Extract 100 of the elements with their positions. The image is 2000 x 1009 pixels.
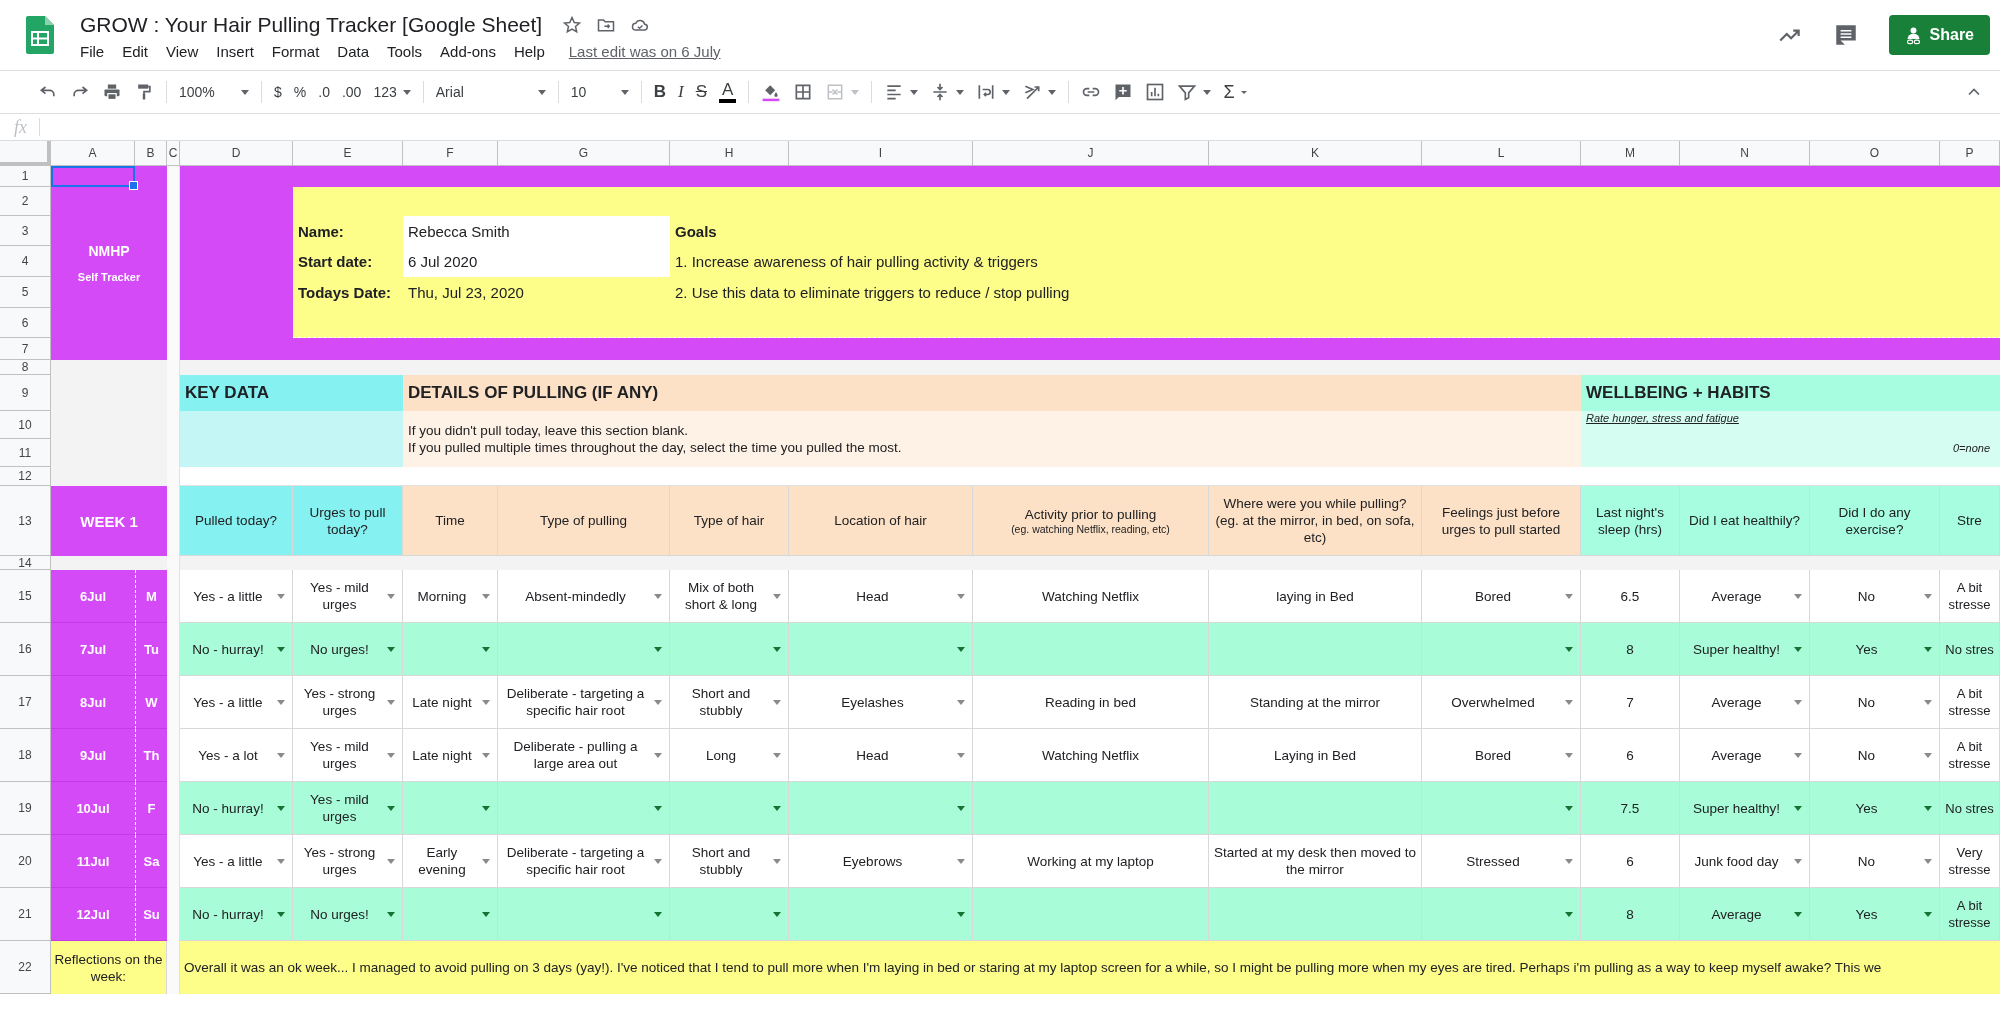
dropdown-caret-icon[interactable] [957,912,965,917]
dropdown-cell[interactable]: Junk food day [1680,835,1810,888]
dropdown-cell[interactable] [498,623,670,676]
dropdown-caret-icon[interactable] [1794,647,1802,652]
row-number[interactable]: 1 [0,166,51,187]
dropdown-caret-icon[interactable] [1924,806,1932,811]
dropdown-caret-icon[interactable] [1565,859,1573,864]
menu-item[interactable]: Edit [122,42,149,60]
dropdown-caret-icon[interactable] [277,594,285,599]
row-number[interactable]: 17 [0,676,51,729]
sheets-logo-icon[interactable] [26,16,54,54]
dropdown-caret-icon[interactable] [654,647,662,652]
row-number[interactable]: 3 [0,216,51,246]
dropdown-caret-icon[interactable] [1924,859,1932,864]
dropdown-cell[interactable]: Yes - strong urges [293,676,403,729]
dropdown-cell[interactable]: No [1810,729,1940,782]
dropdown-caret-icon[interactable] [277,806,285,811]
dropdown-cell[interactable] [670,782,789,835]
dropdown-caret-icon[interactable] [1794,806,1802,811]
dropdown-caret-icon[interactable] [482,912,490,917]
dropdown-caret-icon[interactable] [1924,753,1932,758]
menu-item[interactable]: Format [271,42,320,60]
dropdown-cell[interactable]: Yes [1810,623,1940,676]
column-header[interactable]: F [403,141,498,166]
dropdown-caret-icon[interactable] [387,594,395,599]
dropdown-cell[interactable] [1422,623,1581,676]
dropdown-cell[interactable]: Short and stubbly [670,676,789,729]
italic-button[interactable]: I [678,82,684,102]
dropdown-caret-icon[interactable] [482,753,490,758]
dropdown-cell[interactable] [789,888,973,941]
dropdown-caret-icon[interactable] [957,859,965,864]
filter-icon[interactable] [1177,82,1198,102]
dropdown-caret-icon[interactable] [957,806,965,811]
dropdown-caret-icon[interactable] [482,806,490,811]
row-number[interactable]: 12 [0,467,51,486]
document-title[interactable]: GROW : Your Hair Pulling Tracker [Google Sheet] [80,12,543,37]
dropdown-cell[interactable]: No - hurray! [180,888,293,941]
menu-item[interactable]: Insert [216,42,254,60]
dropdown-cell[interactable]: No [1810,676,1940,729]
row-number[interactable]: 9 [0,375,51,411]
decrease-decimals-button[interactable]: .0 [318,84,330,100]
dropdown-caret-icon[interactable] [773,647,781,652]
dropdown-caret-icon[interactable] [387,647,395,652]
column-header[interactable]: J [973,141,1209,166]
dropdown-cell[interactable] [1422,888,1581,941]
column-header[interactable]: K [1209,141,1422,166]
dropdown-cell[interactable]: Yes - a little [180,570,293,623]
dropdown-caret-icon[interactable] [277,700,285,705]
row-number[interactable]: 19 [0,782,51,835]
row-number[interactable]: 5 [0,277,51,308]
column-header[interactable]: C [167,141,180,166]
dropdown-cell[interactable] [789,623,973,676]
dropdown-caret-icon[interactable] [654,700,662,705]
dropdown-cell[interactable]: Deliberate - targeting a specific hair root [498,835,670,888]
row-number[interactable]: 6 [0,308,51,338]
dropdown-cell[interactable]: No urges! [293,888,403,941]
dropdown-cell[interactable]: No - hurray! [180,782,293,835]
column-header[interactable]: A [51,141,135,166]
functions-button[interactable]: Σ [1223,81,1247,103]
dropdown-cell[interactable] [498,888,670,941]
rating-link[interactable]: Rate hunger, stress and fatigue [1586,412,1739,424]
dropdown-cell[interactable]: Yes - a little [180,676,293,729]
strikethrough-button[interactable]: S [695,82,708,102]
dropdown-cell[interactable]: Eyelashes [789,676,973,729]
dropdown-caret-icon[interactable] [482,859,490,864]
font-size-select[interactable]: 10 [570,84,629,100]
insert-comment-icon[interactable] [1113,82,1134,102]
dropdown-cell[interactable]: No [1810,835,1940,888]
dropdown-caret-icon[interactable] [277,912,285,917]
dropdown-cell[interactable]: Stressed [1422,835,1581,888]
dropdown-cell[interactable] [498,782,670,835]
dropdown-caret-icon[interactable] [277,647,285,652]
row-number[interactable]: 13 [0,486,51,556]
dropdown-cell[interactable]: Overwhelmed [1422,676,1581,729]
dropdown-cell[interactable]: Long [670,729,789,782]
column-header[interactable]: P [1940,141,2000,166]
dropdown-caret-icon[interactable] [482,647,490,652]
row-number[interactable]: 2 [0,187,51,216]
dropdown-caret-icon[interactable] [773,753,781,758]
dropdown-caret-icon[interactable] [654,859,662,864]
dropdown-caret-icon[interactable] [1794,753,1802,758]
dropdown-cell[interactable]: No urges! [293,623,403,676]
dropdown-caret-icon[interactable] [387,859,395,864]
dropdown-caret-icon[interactable] [387,753,395,758]
dropdown-caret-icon[interactable] [773,700,781,705]
chart-icon[interactable] [1145,82,1166,102]
dropdown-caret-icon[interactable] [1924,912,1932,917]
dropdown-cell[interactable]: Yes - a little [180,835,293,888]
dropdown-cell[interactable] [670,623,789,676]
dropdown-cell[interactable]: Eyebrows [789,835,973,888]
dropdown-caret-icon[interactable] [387,700,395,705]
menu-item[interactable]: Add-ons [440,42,496,60]
column-header[interactable]: B [135,141,167,166]
dropdown-caret-icon[interactable] [957,647,965,652]
dropdown-caret-icon[interactable] [1794,859,1802,864]
share-button[interactable]: Share [1888,15,1990,55]
dropdown-cell[interactable]: Yes - a lot [180,729,293,782]
dropdown-caret-icon[interactable] [654,594,662,599]
dropdown-cell[interactable] [789,782,973,835]
dropdown-cell[interactable]: Super healthy! [1680,623,1810,676]
